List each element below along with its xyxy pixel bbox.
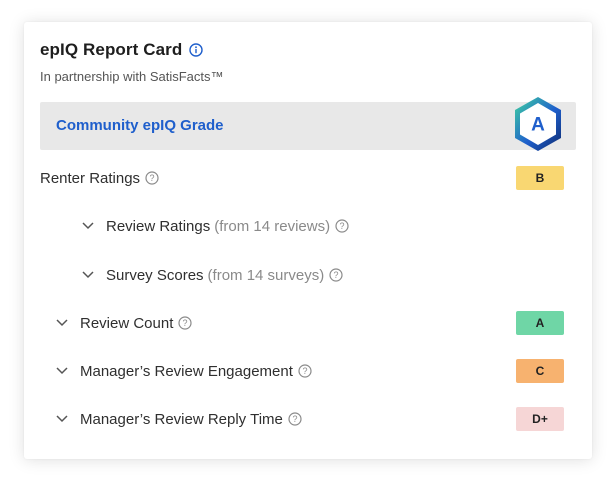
svg-text:?: ? xyxy=(150,173,155,183)
row-label: Review Count xyxy=(80,314,174,332)
report-card: epIQ Report Card In partnership with Sat… xyxy=(24,22,592,459)
row-sublabel: (from 14 reviews) xyxy=(214,217,331,235)
chevron-down-icon[interactable] xyxy=(56,319,68,327)
row-label: Renter Ratings xyxy=(40,169,141,187)
row-label: Manager’s Review Reply Time xyxy=(80,410,283,428)
row-manager-review-engagement[interactable]: Manager’s Review Engagement ? C xyxy=(56,356,576,386)
row-renter-ratings: Renter Ratings ? B xyxy=(40,163,576,193)
chevron-down-icon[interactable] xyxy=(56,367,68,375)
chevron-down-icon[interactable] xyxy=(82,271,94,279)
grade-badge: D+ xyxy=(516,407,564,431)
row-label: Review Ratings xyxy=(106,217,211,235)
help-icon[interactable]: ? xyxy=(288,412,302,426)
chevron-down-icon[interactable] xyxy=(56,415,68,423)
help-icon[interactable]: ? xyxy=(329,268,343,282)
help-icon[interactable]: ? xyxy=(298,364,312,378)
svg-text:?: ? xyxy=(183,318,188,328)
row-review-count[interactable]: Review Count ? A xyxy=(56,308,576,338)
help-icon[interactable]: ? xyxy=(145,171,159,185)
help-icon[interactable]: ? xyxy=(178,316,192,330)
row-review-ratings[interactable]: Review Ratings (from 14 reviews) ? xyxy=(82,211,576,241)
grade-hexagon-badge: A xyxy=(515,97,561,151)
grade-badge: C xyxy=(516,359,564,383)
grade-badge: B xyxy=(516,166,564,190)
community-grade-label: Community epIQ Grade xyxy=(56,117,224,134)
header: epIQ Report Card xyxy=(40,40,204,60)
card-subtitle: In partnership with SatisFacts™ xyxy=(40,69,224,84)
grade-badge: A xyxy=(516,311,564,335)
row-manager-review-reply-time[interactable]: Manager’s Review Reply Time ? D+ xyxy=(56,404,576,434)
row-survey-scores[interactable]: Survey Scores (from 14 surveys) ? xyxy=(82,260,576,290)
community-grade-value: A xyxy=(531,115,545,136)
svg-text:?: ? xyxy=(340,221,345,231)
row-sublabel: (from 14 surveys) xyxy=(207,266,325,284)
help-icon[interactable]: ? xyxy=(335,219,349,233)
svg-text:?: ? xyxy=(334,270,339,280)
chevron-down-icon[interactable] xyxy=(82,222,94,230)
row-label: Survey Scores xyxy=(106,266,204,284)
svg-text:?: ? xyxy=(292,414,297,424)
community-grade-row: Community epIQ Grade A xyxy=(40,97,576,151)
svg-text:?: ? xyxy=(302,366,307,376)
info-icon[interactable] xyxy=(189,43,204,57)
card-title: epIQ Report Card xyxy=(40,40,183,59)
row-label: Manager’s Review Engagement xyxy=(80,362,293,380)
